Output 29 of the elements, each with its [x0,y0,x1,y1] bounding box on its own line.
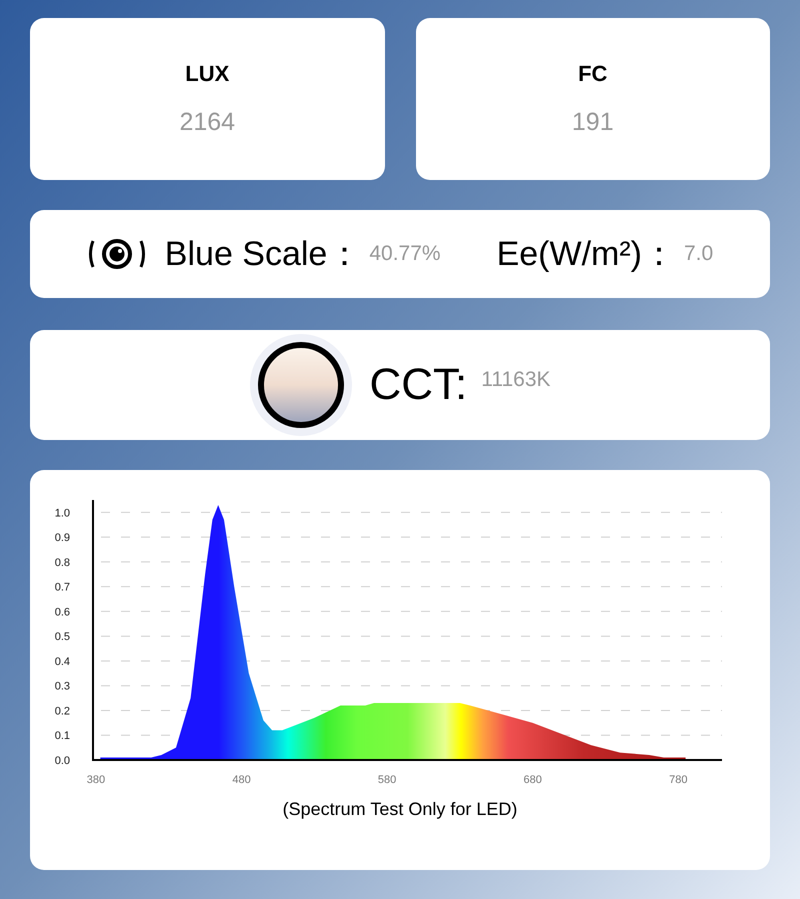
chart-caption: (Spectrum Test Only for LED) [282,798,518,821]
y-tick-label: 0.4 [54,656,70,668]
reading-label: LUX [185,60,230,88]
x-tick-label: 680 [524,774,542,786]
y-tick-label: 0.1 [54,730,70,742]
y-tick-label: 0.2 [54,705,70,718]
eye-icon [86,237,147,271]
y-tick-label: 0.5 [54,631,70,644]
y-tick-label: 1.0 [54,507,70,520]
scale-label: Blue Scale： [164,234,362,274]
color-circle-icon [249,333,354,437]
reading-label: FC [578,60,608,88]
irradiance-value: 7.0 [684,241,714,268]
reading-value: 2164 [179,106,236,138]
irradiance-label: Ee(W/m²)： [496,234,676,274]
x-tick-label: 480 [232,774,251,786]
x-tick-label: 380 [86,774,106,786]
y-tick-label: 0.7 [54,582,70,594]
x-tick-label: 780 [669,774,688,786]
y-tick-label: 0.9 [54,532,70,544]
x-tick-label: 580 [378,774,396,786]
y-tick-label: 0.6 [54,606,70,618]
y-tick-label: 0.0 [54,755,70,767]
reading-value: 191 [572,106,614,138]
cct-value: 11163K [481,367,551,394]
scale-value: 40.77% [369,241,441,268]
y-tick-label: 0.8 [54,556,70,569]
y-tick-label: 0.3 [54,680,70,693]
cct-label: CCT: [369,359,468,411]
